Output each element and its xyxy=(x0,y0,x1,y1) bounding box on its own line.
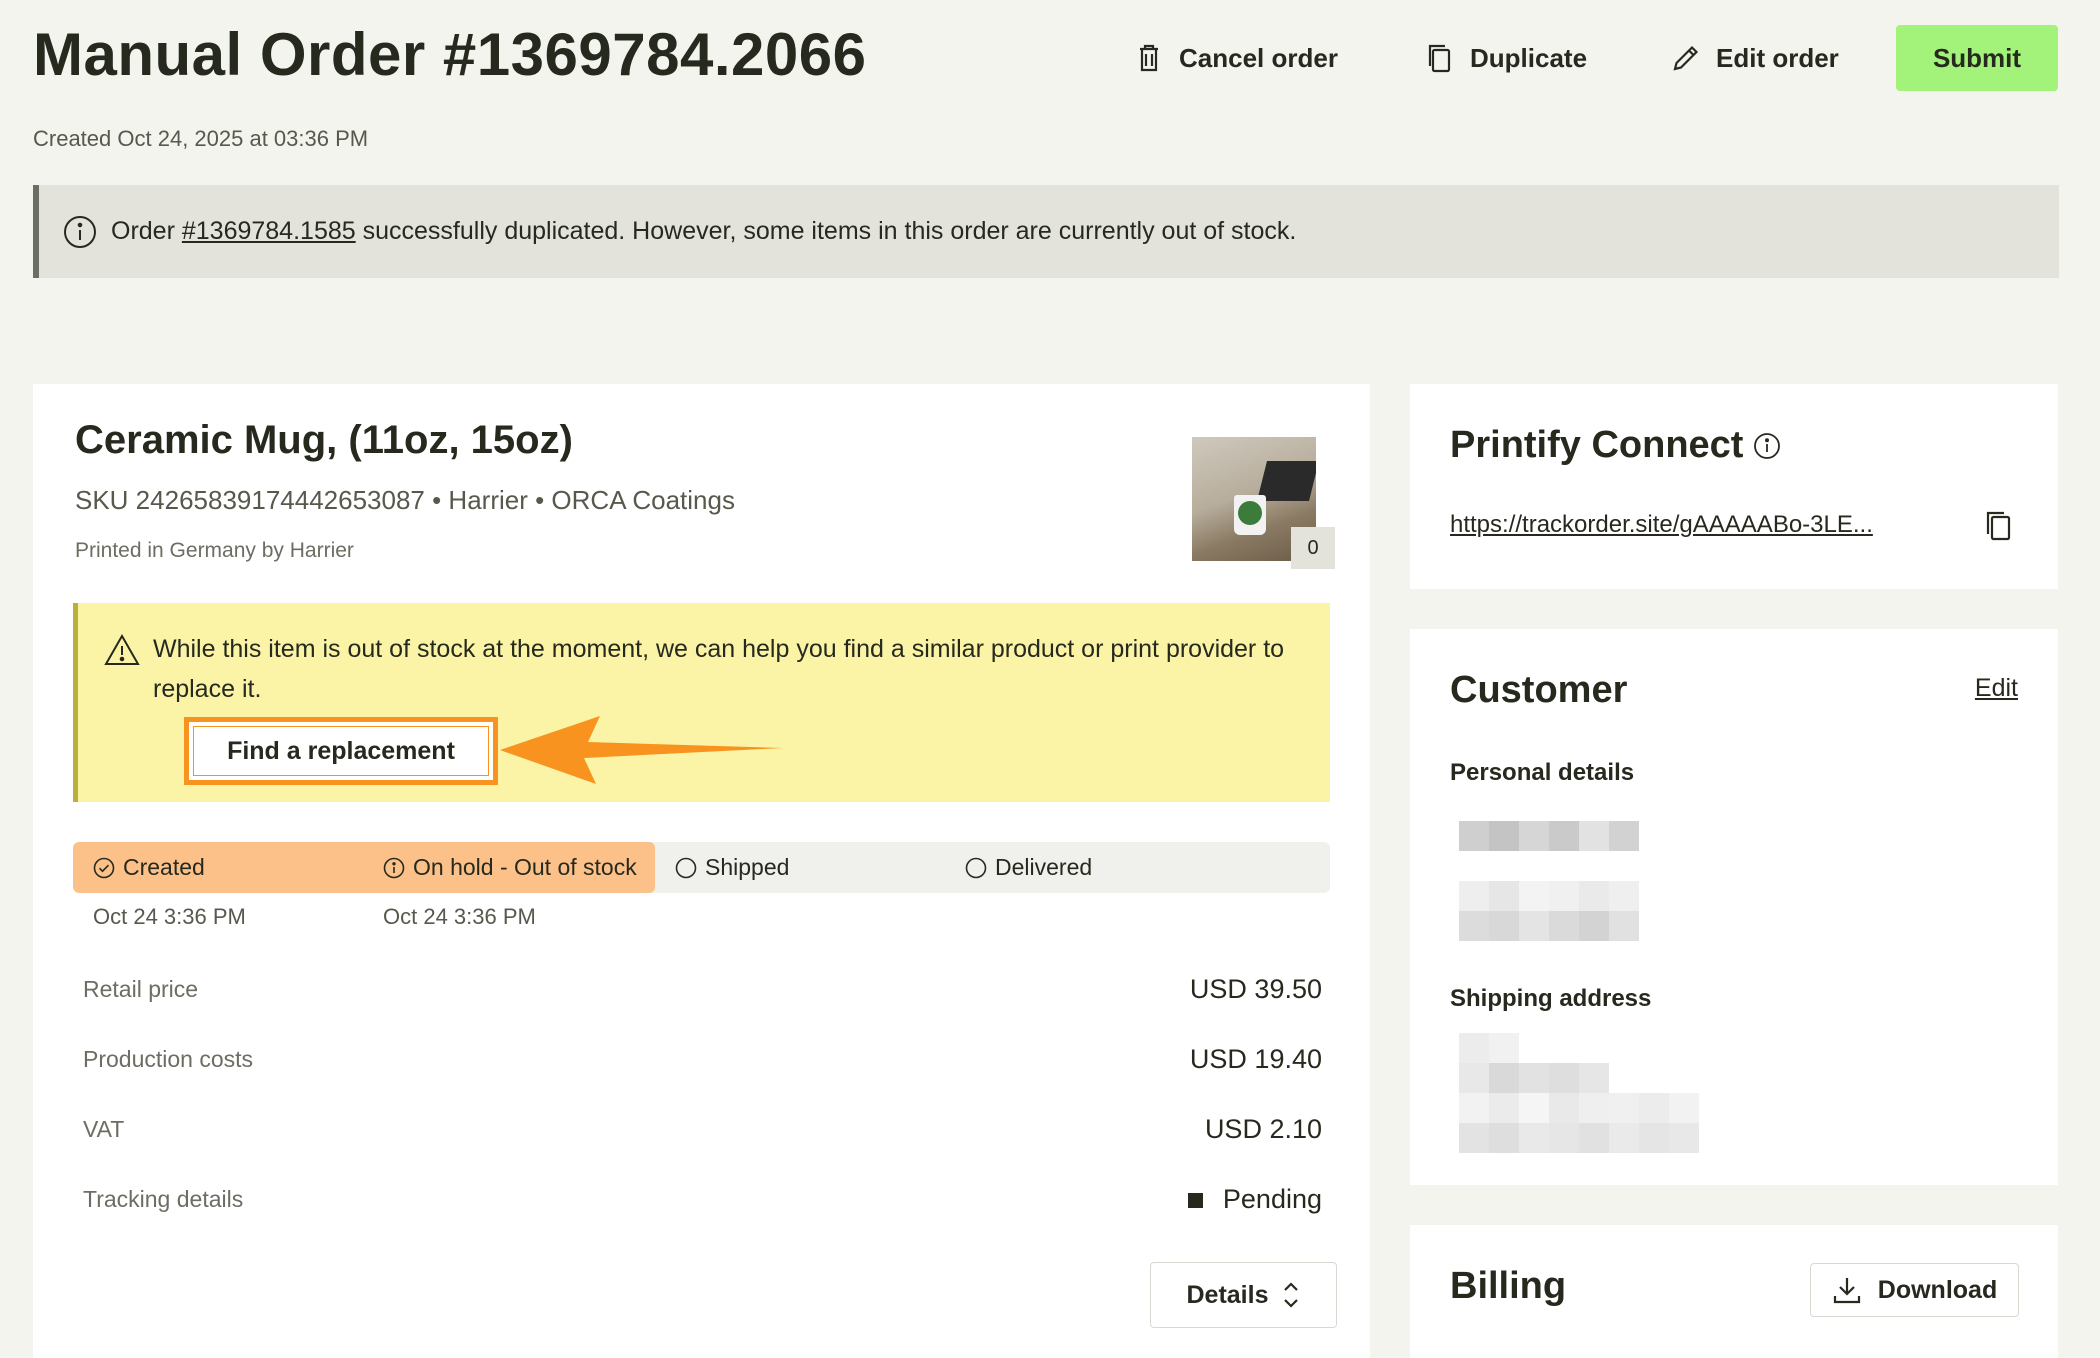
info-icon xyxy=(64,215,96,248)
status-step-label: On hold - Out of stock xyxy=(413,854,637,880)
highlight-arrow-icon xyxy=(500,716,783,784)
status-step-shipped: Shipped xyxy=(675,842,789,893)
shipping-address-label: Shipping address xyxy=(1450,985,1652,1012)
thumb-laptop xyxy=(1257,461,1316,501)
check-circle-icon xyxy=(93,857,115,878)
thumbnail-count-badge: 0 xyxy=(1291,527,1335,569)
warning-text: While this item is out of stock at the m… xyxy=(153,635,1285,703)
status-date-created: Oct 24 3:36 PM xyxy=(93,904,246,929)
banner-suffix: successfully duplicated. However, some i… xyxy=(355,217,1297,245)
billing-title: Billing xyxy=(1450,1265,1567,1307)
duplicate-icon xyxy=(1428,44,1451,73)
customer-edit-link[interactable]: Edit xyxy=(1975,674,2018,703)
banner-text: Order #1369784.1585 successfully duplica… xyxy=(111,217,1296,246)
printify-connect-title-text: Printify Connect xyxy=(1450,424,1744,466)
product-printed-info: Printed in Germany by Harrier xyxy=(75,539,354,562)
product-card: Ceramic Mug, (11oz, 15oz) SKU 2426583917… xyxy=(33,384,1370,1358)
status-step-label: Delivered xyxy=(995,854,1093,880)
info-circle-icon xyxy=(383,857,405,878)
find-replacement-button[interactable]: Find a replacement xyxy=(184,717,498,785)
info-banner: Order #1369784.1585 successfully duplica… xyxy=(33,185,2059,278)
vat-value: USD 2.10 xyxy=(1204,1114,1322,1144)
production-costs-value: USD 19.40 xyxy=(1189,1044,1322,1074)
billing-card: Billing Download xyxy=(1410,1225,2058,1358)
copy-icon[interactable] xyxy=(1982,509,2016,543)
status-step-label: Shipped xyxy=(705,854,790,880)
redacted-contact xyxy=(1459,881,1639,941)
trash-icon xyxy=(1140,44,1158,72)
download-label: Download xyxy=(1877,1275,1998,1304)
product-sku-line: SKU 24265839174442653087 • Harrier • ORC… xyxy=(75,485,735,515)
status-date-on-hold: Oct 24 3:36 PM xyxy=(383,904,536,929)
printify-connect-card: Printify Connect https://trackorder.site… xyxy=(1410,384,2058,589)
tracking-details-label: Tracking details xyxy=(83,1186,244,1212)
tracking-url-link[interactable]: https://trackorder.site/gAAAAABo-3LE... xyxy=(1450,511,1967,539)
tracking-status-value: Pending xyxy=(1222,1184,1322,1214)
download-button[interactable]: Download xyxy=(1810,1263,2019,1317)
order-status-track: Created On hold - Out of stock Shipped D… xyxy=(73,842,1330,893)
redacted-name xyxy=(1459,821,1639,851)
redacted-address xyxy=(1459,1033,1699,1153)
submit-button[interactable]: Submit xyxy=(1896,25,2058,91)
edit-order-label: Edit order xyxy=(1716,42,1839,73)
status-step-label: Created xyxy=(123,854,205,880)
status-step-created: Created xyxy=(93,842,205,893)
banner-order-link[interactable]: #1369784.1585 xyxy=(182,217,356,245)
duplicate-label: Duplicate xyxy=(1470,42,1588,73)
duplicate-button[interactable]: Duplicate xyxy=(1424,38,1587,78)
empty-circle-icon xyxy=(965,857,987,878)
status-step-on-hold: On hold - Out of stock xyxy=(383,842,637,893)
status-step-delivered: Delivered xyxy=(965,842,1092,893)
chevron-updown-icon xyxy=(1284,1282,1299,1308)
production-costs-label: Production costs xyxy=(83,1046,254,1072)
edit-order-button[interactable]: Edit order xyxy=(1670,38,1839,78)
thumb-mug-art xyxy=(1238,501,1262,525)
banner-prefix: Order xyxy=(111,217,175,245)
details-button[interactable]: Details xyxy=(1150,1262,1337,1328)
pending-status-marker xyxy=(1187,1193,1203,1209)
retail-price-label: Retail price xyxy=(83,976,199,1002)
empty-circle-icon xyxy=(675,857,697,878)
cancel-order-button[interactable]: Cancel order xyxy=(1133,38,1338,78)
info-icon[interactable] xyxy=(1753,432,1781,460)
page-title: Manual Order #1369784.2066 xyxy=(33,21,867,88)
created-timestamp: Created Oct 24, 2025 at 03:36 PM xyxy=(33,126,369,151)
pencil-icon xyxy=(1673,45,1699,71)
printify-connect-title: Printify Connect xyxy=(1450,424,1781,467)
cancel-order-label: Cancel order xyxy=(1179,42,1338,73)
personal-details-label: Personal details xyxy=(1450,759,1635,786)
download-icon xyxy=(1833,1278,1860,1304)
customer-title: Customer xyxy=(1450,669,1628,711)
tracking-status: Pending xyxy=(1187,1184,1322,1215)
warning-icon xyxy=(104,633,140,665)
customer-card: Customer Edit Personal details Shipping … xyxy=(1410,629,2058,1185)
product-title: Ceramic Mug, (11oz, 15oz) xyxy=(75,418,573,462)
vat-label: VAT xyxy=(83,1116,125,1142)
retail-price-value: USD 39.50 xyxy=(1189,974,1322,1004)
details-label: Details xyxy=(1186,1280,1269,1309)
